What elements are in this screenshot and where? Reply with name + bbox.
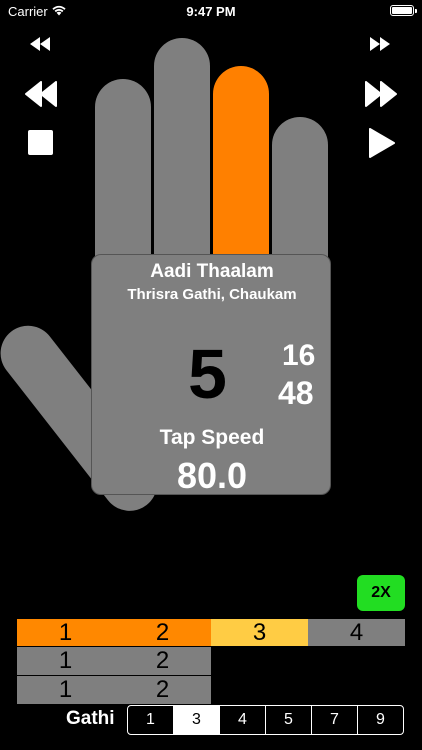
gathi-option-5[interactable]: 5 [266, 706, 312, 734]
gathi-option-9[interactable]: 9 [358, 706, 403, 734]
current-beat: 5 [188, 335, 227, 413]
count-top: 16 [282, 339, 316, 372]
battery-icon [390, 5, 417, 16]
rewind-icon[interactable] [24, 81, 58, 107]
grid-cell-r1-3[interactable]: 3 [211, 619, 308, 646]
rewind-small-icon[interactable] [30, 37, 50, 51]
tap-speed-label: Tap Speed [159, 426, 265, 449]
grid-cell-r2-2[interactable]: 2 [114, 647, 211, 675]
speed-2x-button[interactable]: 2X [357, 575, 405, 611]
fast-forward-icon[interactable] [364, 81, 398, 107]
gathi-segmented-control: 1 3 4 5 7 9 [127, 705, 404, 735]
fast-forward-small-icon[interactable] [370, 37, 390, 51]
status-bar: Carrier 9:47 PM [0, 0, 422, 24]
thaalam-subtitle: Thrisra Gathi, Chaukam [127, 286, 297, 303]
thaalam-title: Aadi Thaalam [150, 261, 274, 282]
finger-1[interactable] [95, 79, 151, 259]
gathi-option-4[interactable]: 4 [220, 706, 266, 734]
finger-3[interactable] [213, 66, 269, 259]
tap-speed-value: 80.0 [176, 455, 248, 496]
gathi-option-3[interactable]: 3 [174, 706, 220, 734]
grid-cell-r1-2[interactable]: 2 [114, 619, 211, 646]
finger-4[interactable] [272, 117, 328, 259]
count-bottom: 48 [278, 375, 314, 411]
gathi-label: Gathi [66, 708, 115, 729]
grid-cell-r2-1[interactable]: 1 [17, 647, 114, 675]
grid-cell-r3-1[interactable]: 1 [17, 676, 114, 704]
grid-cell-r3-2[interactable]: 2 [114, 676, 211, 704]
clock: 9:47 PM [186, 4, 236, 19]
finger-2[interactable] [154, 38, 210, 259]
grid-cell-r1-4[interactable]: 4 [308, 619, 405, 646]
grid-cell-r1-1[interactable]: 1 [17, 619, 114, 646]
play-icon[interactable] [368, 128, 396, 158]
palm-panel[interactable]: Aadi Thaalam Thrisra Gathi, Chaukam 5 16… [91, 254, 331, 496]
gathi-option-7[interactable]: 7 [312, 706, 358, 734]
gathi-option-1[interactable]: 1 [128, 706, 174, 734]
stop-icon[interactable] [28, 130, 53, 155]
